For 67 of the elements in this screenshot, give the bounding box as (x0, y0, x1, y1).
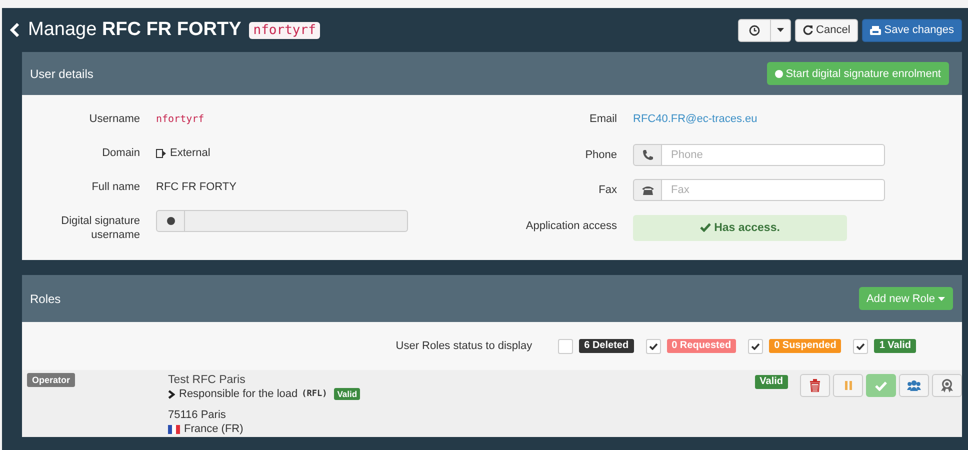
caret-icon (777, 28, 784, 32)
status-checkbox[interactable] (646, 338, 661, 354)
field-label: Domain (101, 146, 140, 161)
field-label: Digital signature username (60, 214, 140, 242)
status-checkbox[interactable] (558, 338, 574, 354)
caret-icon (938, 296, 945, 300)
sign-out-icon (156, 148, 166, 158)
chevron-icon (168, 390, 175, 398)
status-label: 6 Deleted (579, 339, 634, 353)
users-button[interactable] (899, 374, 929, 397)
check-icon (700, 223, 712, 232)
country-text: France (FR) (184, 423, 244, 435)
status-label: 0 Suspended (769, 339, 842, 353)
field-label: Phone (584, 148, 617, 162)
status-label: 1 Valid (874, 339, 916, 353)
role-type-label: Operator (27, 373, 76, 387)
field-label: Username (88, 112, 140, 127)
back-icon (10, 23, 20, 37)
responsibility-text: Responsible for the load (179, 388, 298, 400)
award-button[interactable] (932, 374, 962, 397)
cancel-button[interactable]: Cancel (795, 18, 858, 42)
status-checkbox[interactable] (853, 338, 868, 354)
address-text: 75116 Paris (168, 409, 227, 421)
panel-title: Roles (30, 292, 61, 306)
dot-icon (166, 217, 174, 225)
delete-button[interactable] (800, 374, 830, 397)
status-checkbox[interactable] (748, 338, 764, 354)
organisation-name: Test RFC Paris (168, 374, 246, 386)
filter-label: User Roles status to display (396, 340, 532, 352)
refresh-icon (803, 25, 814, 35)
flag-icon (168, 424, 180, 434)
check-icon (875, 380, 887, 390)
email-link[interactable]: RFC40.FR@ec-traces.eu (633, 113, 758, 125)
award-icon (940, 378, 954, 392)
username-code: nfortyrf (249, 22, 320, 38)
phone-field[interactable]: Phone (662, 144, 885, 166)
field-label: Email (588, 112, 617, 127)
phone-icon (642, 149, 653, 160)
dot-icon (774, 70, 783, 78)
users-icon (907, 380, 921, 391)
save-button[interactable]: Save changes (862, 18, 962, 42)
telephone-icon (642, 185, 654, 195)
panel-title: User details (30, 66, 94, 80)
field-label: Full name (90, 180, 140, 195)
status-label: Valid (334, 388, 360, 400)
access-alert: Has access. (633, 214, 847, 240)
fax-field[interactable]: Fax (662, 179, 885, 201)
clock-icon (749, 24, 760, 36)
check-icon (751, 342, 760, 350)
history-button[interactable] (738, 18, 772, 42)
check-icon (856, 342, 866, 350)
check-icon (648, 342, 658, 350)
enrolment-button[interactable]: Start digital signature enrolment (766, 62, 949, 85)
status-label: Valid (754, 375, 788, 389)
field-label: Fax (598, 183, 617, 198)
field-label: Application access (524, 218, 617, 234)
username-value: nfortyrf (156, 114, 204, 124)
status-label: 0 Requested (666, 339, 736, 353)
responsibility-code: (RFL) (302, 389, 328, 399)
add-role-button[interactable]: Add new Role (858, 287, 953, 310)
dropdown-button[interactable] (771, 18, 792, 42)
trash-icon (809, 379, 821, 392)
pause-icon (844, 381, 852, 390)
printer-icon (870, 26, 882, 34)
full-name-value: RFC FR FORTY (156, 181, 236, 193)
domain-value: External (170, 147, 210, 159)
page-title: Manage RFC FR FORTY (28, 19, 242, 41)
